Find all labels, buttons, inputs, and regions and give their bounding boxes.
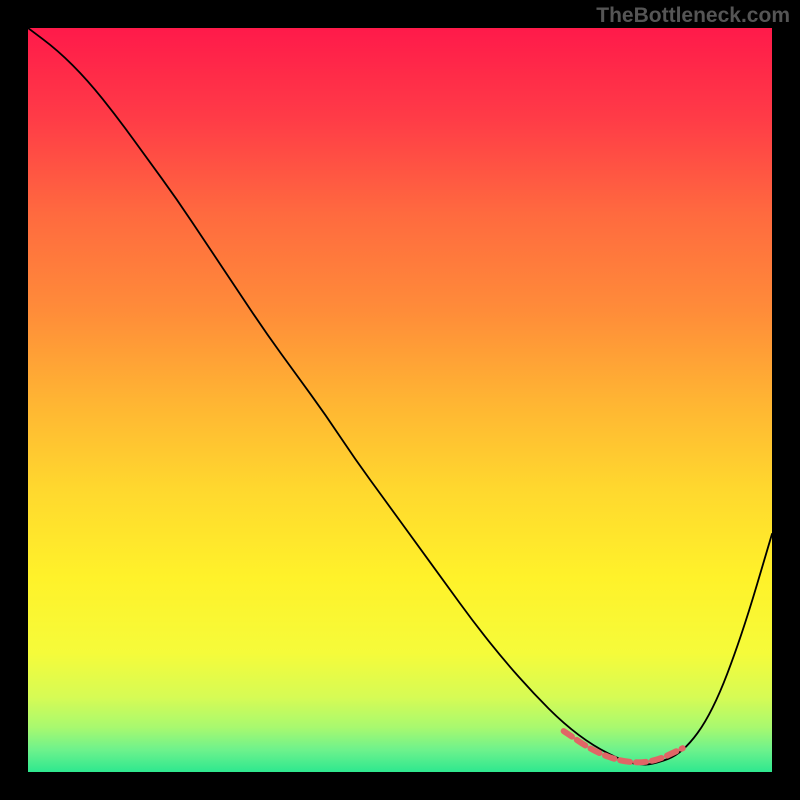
plot-area xyxy=(28,28,772,772)
watermark-text: TheBottleneck.com xyxy=(596,4,790,28)
chart-container: TheBottleneck.com xyxy=(0,0,800,800)
gradient-background xyxy=(28,28,772,772)
chart-svg xyxy=(28,28,772,772)
